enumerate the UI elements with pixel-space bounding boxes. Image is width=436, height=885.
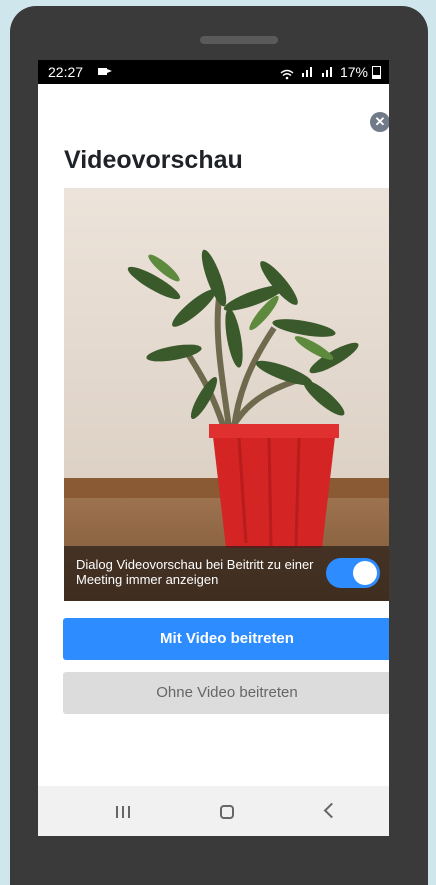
- back-icon[interactable]: [323, 802, 340, 819]
- dialog-title: Videovorschau: [64, 146, 243, 174]
- join-without-video-button[interactable]: Ohne Video beitreten: [63, 672, 389, 714]
- join-with-video-button[interactable]: Mit Video beitreten: [63, 618, 389, 660]
- recents-icon[interactable]: [116, 806, 130, 818]
- status-icons: 17%: [280, 64, 381, 80]
- video-preview: Dialog Videovorschau bei Beitritt zu ein…: [64, 188, 389, 601]
- toggle-knob: [353, 561, 377, 585]
- preview-option-bar: Dialog Videovorschau bei Beitritt zu ein…: [64, 546, 389, 601]
- phone-screen: 22:27 17% ✕ Videovorschau Dialog Videovo…: [38, 60, 389, 836]
- wifi-icon: [280, 67, 296, 80]
- video-camera-icon: [98, 68, 112, 75]
- status-time: 22:27: [48, 64, 84, 80]
- phone-speaker: [200, 36, 278, 44]
- always-show-preview-toggle[interactable]: [326, 558, 380, 588]
- status-bar: 22:27 17%: [38, 60, 389, 84]
- home-icon[interactable]: [220, 805, 234, 819]
- battery-icon: [372, 65, 381, 79]
- battery-percent: 17%: [339, 64, 368, 80]
- signal-icon-2: [320, 67, 336, 77]
- close-icon[interactable]: ✕: [370, 112, 389, 132]
- camera-preview-image: [64, 188, 389, 601]
- signal-icon: [300, 67, 316, 77]
- always-show-preview-label: Dialog Videovorschau bei Beitritt zu ein…: [76, 557, 314, 587]
- android-nav-bar: [38, 786, 389, 836]
